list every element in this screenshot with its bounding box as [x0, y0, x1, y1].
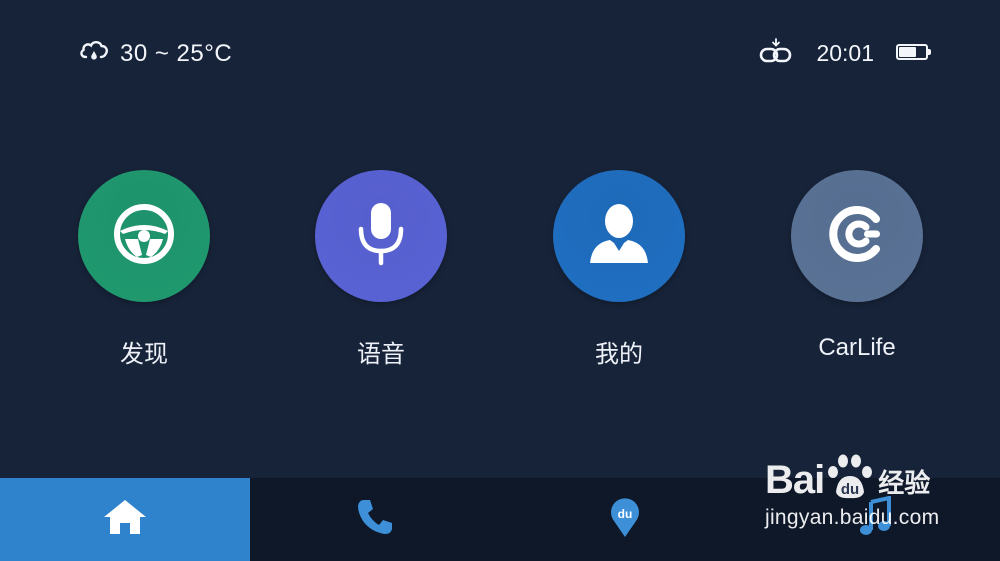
- map-pin-icon: du: [608, 495, 642, 544]
- cloud-rain-icon: [78, 39, 110, 70]
- clock-time: 20:01: [816, 39, 874, 66]
- home-icon: [102, 497, 148, 542]
- carlife-logo-icon: [824, 201, 890, 272]
- app-voice-label: 语音: [357, 341, 405, 368]
- app-discover-circle[interactable]: [78, 170, 210, 302]
- bottom-navigation: du: [0, 478, 1000, 561]
- battery-fill: [899, 47, 916, 57]
- app-carlife[interactable]: CarLife: [757, 170, 957, 362]
- app-carlife-label: CarLife: [818, 334, 896, 361]
- user-icon: [584, 199, 654, 274]
- carlife-home-screen: 30 ~ 25°C 20:01 发现 语音 我的 CarLife du Bai …: [0, 0, 1000, 561]
- system-status: 20:01: [758, 36, 932, 70]
- app-discover[interactable]: 发现: [44, 170, 244, 369]
- app-mine[interactable]: 我的: [519, 170, 719, 369]
- app-carlife-circle[interactable]: [791, 170, 923, 302]
- music-note-icon: [855, 495, 895, 543]
- steering-wheel-icon: [111, 201, 177, 272]
- app-grid: 发现 语音 我的 CarLife: [0, 170, 1000, 380]
- phone-icon: [355, 497, 395, 542]
- app-discover-label: 发现: [120, 341, 168, 368]
- tab-map[interactable]: du: [500, 478, 750, 561]
- temperature-text: 30 ~ 25°C: [120, 40, 233, 67]
- app-mine-circle[interactable]: [553, 170, 685, 302]
- app-voice-circle[interactable]: [315, 170, 447, 302]
- map-pin-badge: du: [618, 507, 633, 521]
- tab-phone[interactable]: [250, 478, 500, 561]
- tab-home[interactable]: [0, 478, 250, 561]
- battery-icon: [896, 44, 932, 62]
- link-icon: [758, 37, 794, 70]
- weather-status: 30 ~ 25°C: [78, 38, 232, 70]
- app-voice[interactable]: 语音: [281, 170, 481, 369]
- microphone-icon: [351, 199, 411, 274]
- tab-music[interactable]: [750, 478, 1000, 561]
- app-mine-label: 我的: [595, 341, 643, 368]
